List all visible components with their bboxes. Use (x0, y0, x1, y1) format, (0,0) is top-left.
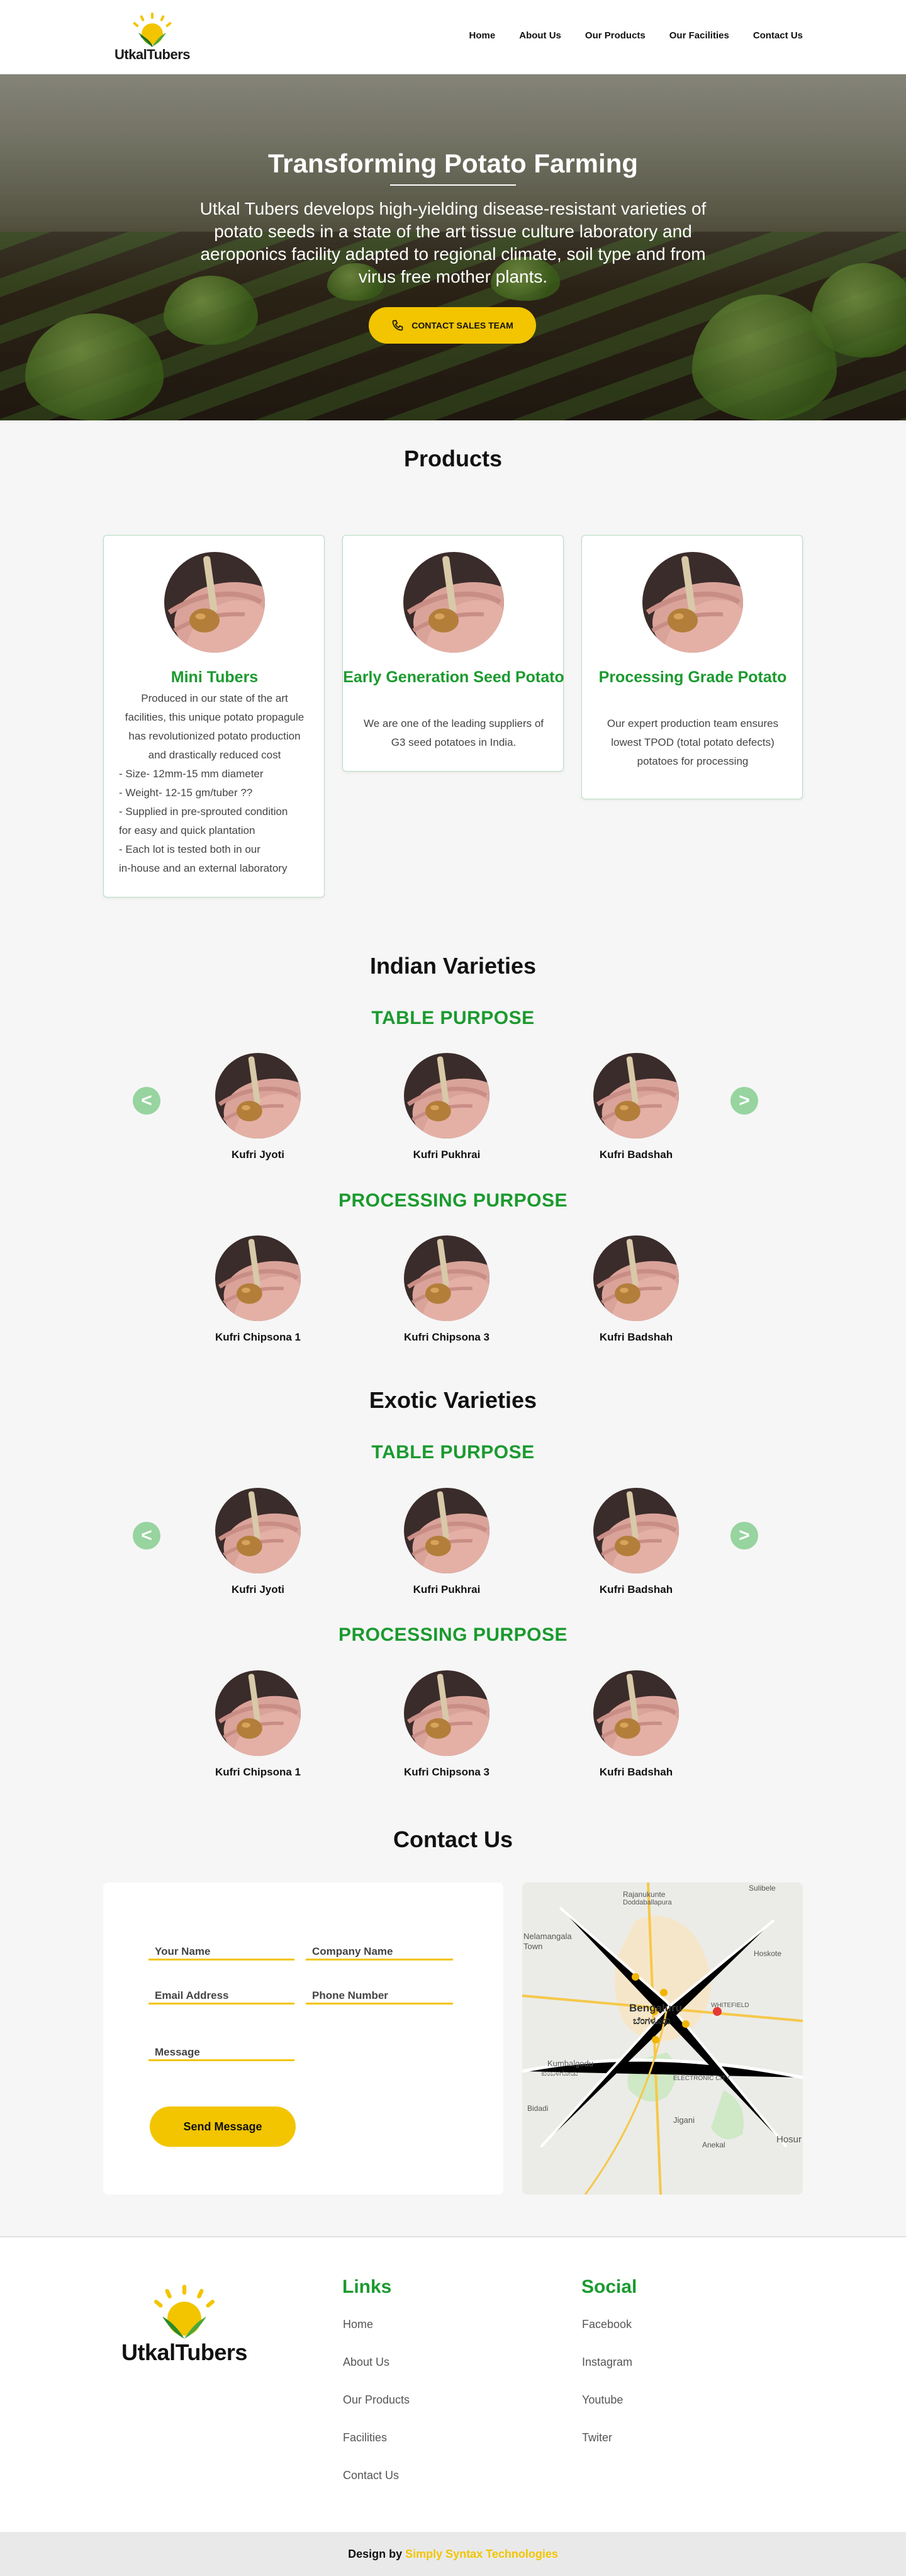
footer-links-title: Links (342, 2276, 392, 2297)
indian-table-purpose-title: TABLE PURPOSE (371, 1008, 535, 1028)
exotic-prev-arrow[interactable]: < (133, 1522, 160, 1550)
product-description: Produced in our state of the art facilit… (119, 692, 305, 874)
variety-image (404, 1488, 489, 1573)
product-title: Mini Tubers (171, 668, 259, 686)
footer-link-about-us[interactable]: About Us (343, 2356, 389, 2369)
footer-logo[interactable]: UtkalTubers (115, 2280, 254, 2365)
product-image (164, 552, 265, 653)
site-header: UtkalTubers Home About Us Our Products O… (0, 0, 906, 74)
hero-title: Transforming Potato Farming (267, 149, 639, 178)
nav-our-facilities[interactable]: Our Facilities (669, 30, 729, 41)
variety-image (215, 1488, 301, 1573)
footer-social-title: Social (581, 2276, 637, 2297)
product-title: Processing Grade Potato (598, 668, 787, 686)
product-image (642, 552, 743, 653)
credit-prefix: Design by (348, 2548, 403, 2560)
variety-name: Kufri Chipsona 3 (403, 1331, 489, 1343)
variety-image (404, 1053, 489, 1139)
products-title: Products (403, 446, 503, 471)
nav-about-us[interactable]: About Us (519, 30, 561, 41)
variety-name: Kufri Pukhrai (413, 1149, 481, 1161)
footer-link-our-products[interactable]: Our Products (343, 2393, 410, 2407)
phone-field[interactable]: Phone Number (306, 1984, 453, 2005)
footer-link-home[interactable]: Home (343, 2318, 373, 2331)
footer-link-facilities[interactable]: Facilities (343, 2431, 387, 2444)
contact-sales-button[interactable]: CONTACT SALES TEAM (369, 307, 536, 344)
site-logo[interactable]: UtkalTubers (108, 11, 196, 65)
variety-name: Kufri Badshah (599, 1149, 673, 1161)
variety-name: Kufri Pukhrai (413, 1583, 481, 1595)
exotic-processing-purpose-title: PROCESSING PURPOSE (338, 1624, 568, 1645)
site-footer: UtkalTubers Links Home About Us Our Prod… (0, 2236, 906, 2532)
hero-description: Utkal Tubers develops high-yielding dise… (199, 199, 707, 286)
variety-name: Kufri Chipsona 3 (403, 1766, 489, 1778)
footer-social-facebook[interactable]: Facebook (582, 2318, 632, 2331)
main-nav: Home About Us Our Products Our Facilitie… (445, 30, 803, 41)
variety-name: Kufri Badshah (599, 1766, 673, 1778)
location-map[interactable]: Rajanukunte Doddaballapura Sulibele Nela… (522, 1882, 803, 2195)
sun-leaf-logo-icon (133, 13, 172, 47)
nav-home[interactable]: Home (469, 30, 496, 41)
variety-image (593, 1670, 679, 1756)
variety-name: Kufri Chipsona 1 (215, 1331, 301, 1343)
nav-our-products[interactable]: Our Products (585, 30, 646, 41)
variety-image (593, 1053, 679, 1139)
variety-name: Kufri Jyoti (231, 1149, 285, 1161)
product-description: We are one of the leading suppliers of G… (363, 717, 544, 748)
footer-logo-wordmark: UtkalTubers (121, 2339, 247, 2365)
product-description: Our expert production team ensures lowes… (607, 717, 779, 767)
name-field[interactable]: Your Name (148, 1940, 294, 1960)
variety-image (215, 1053, 301, 1139)
contact-title: Contact Us (393, 1826, 513, 1852)
footer-social-instagram[interactable]: Instagram (582, 2356, 632, 2369)
indian-processing-purpose-title: PROCESSING PURPOSE (338, 1190, 568, 1211)
contact-sales-label: CONTACT SALES TEAM (411, 320, 513, 330)
hero-divider (390, 184, 516, 186)
contact-form: Your Name Company Name Email Address Pho… (103, 1882, 503, 2195)
exotic-next-arrow[interactable]: > (730, 1522, 758, 1550)
variety-image (215, 1670, 301, 1756)
variety-image (404, 1670, 489, 1756)
footer-social-youtube[interactable]: Youtube (582, 2393, 623, 2407)
footer-social-twitter[interactable]: Twiter (582, 2431, 612, 2444)
message-field[interactable]: Message (148, 2041, 294, 2061)
exotic-table-purpose-title: TABLE PURPOSE (371, 1442, 535, 1463)
variety-name: Kufri Chipsona 1 (215, 1766, 301, 1778)
indian-varieties-title: Indian Varieties (369, 953, 537, 979)
product-card-processing-grade[interactable]: Processing Grade Potato Our expert produ… (581, 535, 803, 799)
variety-name: Kufri Jyoti (231, 1583, 285, 1595)
map-canvas (522, 1882, 803, 2195)
credit-brand-link[interactable]: Simply Syntax Technologies (405, 2548, 558, 2560)
product-title: Early Generation Seed Potato (343, 668, 564, 686)
variety-image (593, 1488, 679, 1573)
exotic-varieties-title: Exotic Varieties (369, 1387, 537, 1413)
hero-banner: Transforming Potato Farming Utkal Tubers… (0, 74, 906, 420)
indian-next-arrow[interactable]: > (730, 1087, 758, 1115)
send-message-button[interactable]: Send Message (150, 2106, 296, 2147)
phone-icon (392, 320, 403, 331)
variety-image (404, 1235, 489, 1321)
company-field[interactable]: Company Name (306, 1940, 453, 1960)
indian-prev-arrow[interactable]: < (133, 1087, 160, 1115)
variety-name: Kufri Badshah (599, 1583, 673, 1595)
nav-contact-us[interactable]: Contact Us (753, 30, 803, 41)
product-card-early-generation[interactable]: Early Generation Seed Potato We are one … (342, 535, 564, 772)
variety-name: Kufri Badshah (599, 1331, 673, 1343)
variety-image (593, 1235, 679, 1321)
product-card-mini-tubers[interactable]: Mini Tubers Produced in our state of the… (103, 535, 325, 897)
product-image (403, 552, 504, 653)
variety-image (215, 1235, 301, 1321)
sun-leaf-logo-icon (154, 2285, 215, 2339)
design-credit: Design by Simply Syntax Technologies (0, 2532, 906, 2576)
logo-wordmark: UtkalTubers (114, 47, 191, 62)
email-field[interactable]: Email Address (148, 1984, 294, 2005)
footer-link-contact-us[interactable]: Contact Us (343, 2469, 399, 2482)
